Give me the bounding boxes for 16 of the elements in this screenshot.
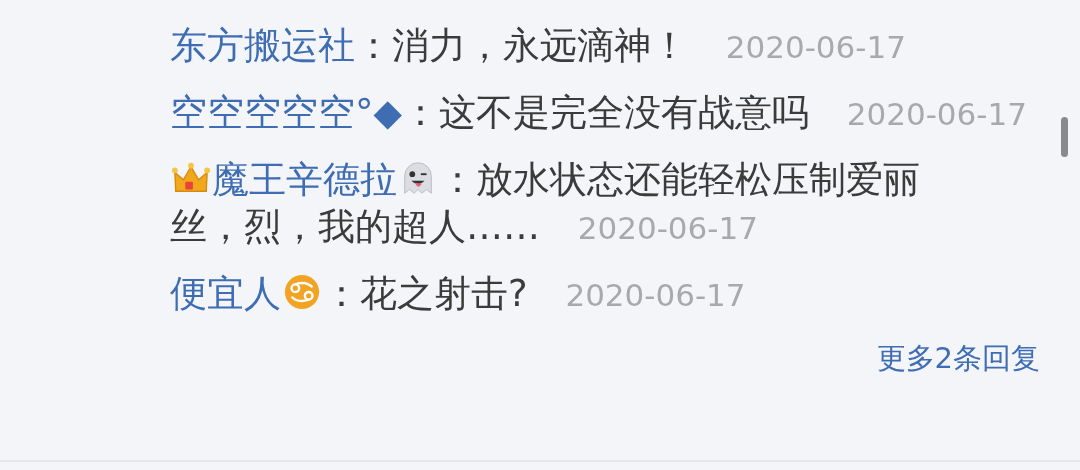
comment-text: 丝，烈，我的超人…… <box>170 205 540 248</box>
comment-text: ：消力，永远滴神！ <box>355 24 688 67</box>
comment-text: ：放水状态还能轻松压制爱丽 <box>439 158 920 201</box>
user-name-link[interactable]: 东方搬运社 <box>170 24 355 67</box>
comment-text: ：这不是完全没有战意吗 <box>401 91 809 134</box>
user-name-link[interactable]: 空空空空空°◆ <box>170 91 402 134</box>
comment-date: 2020-06-17 <box>725 29 906 65</box>
user-name-link[interactable]: 魔王辛德拉 <box>212 158 397 201</box>
scrollbar[interactable] <box>1061 117 1068 157</box>
user-name-link[interactable]: 便宜人 <box>170 272 281 315</box>
cancer-zodiac-icon <box>283 273 321 311</box>
comment-text: ：花之射击? <box>323 272 528 315</box>
comment-date: 2020-06-17 <box>565 277 746 313</box>
more-replies-link[interactable]: 更多2条回复 <box>876 337 1040 381</box>
comment-date: 2020-06-17 <box>577 210 758 246</box>
comment-date: 2020-06-17 <box>846 96 1027 132</box>
